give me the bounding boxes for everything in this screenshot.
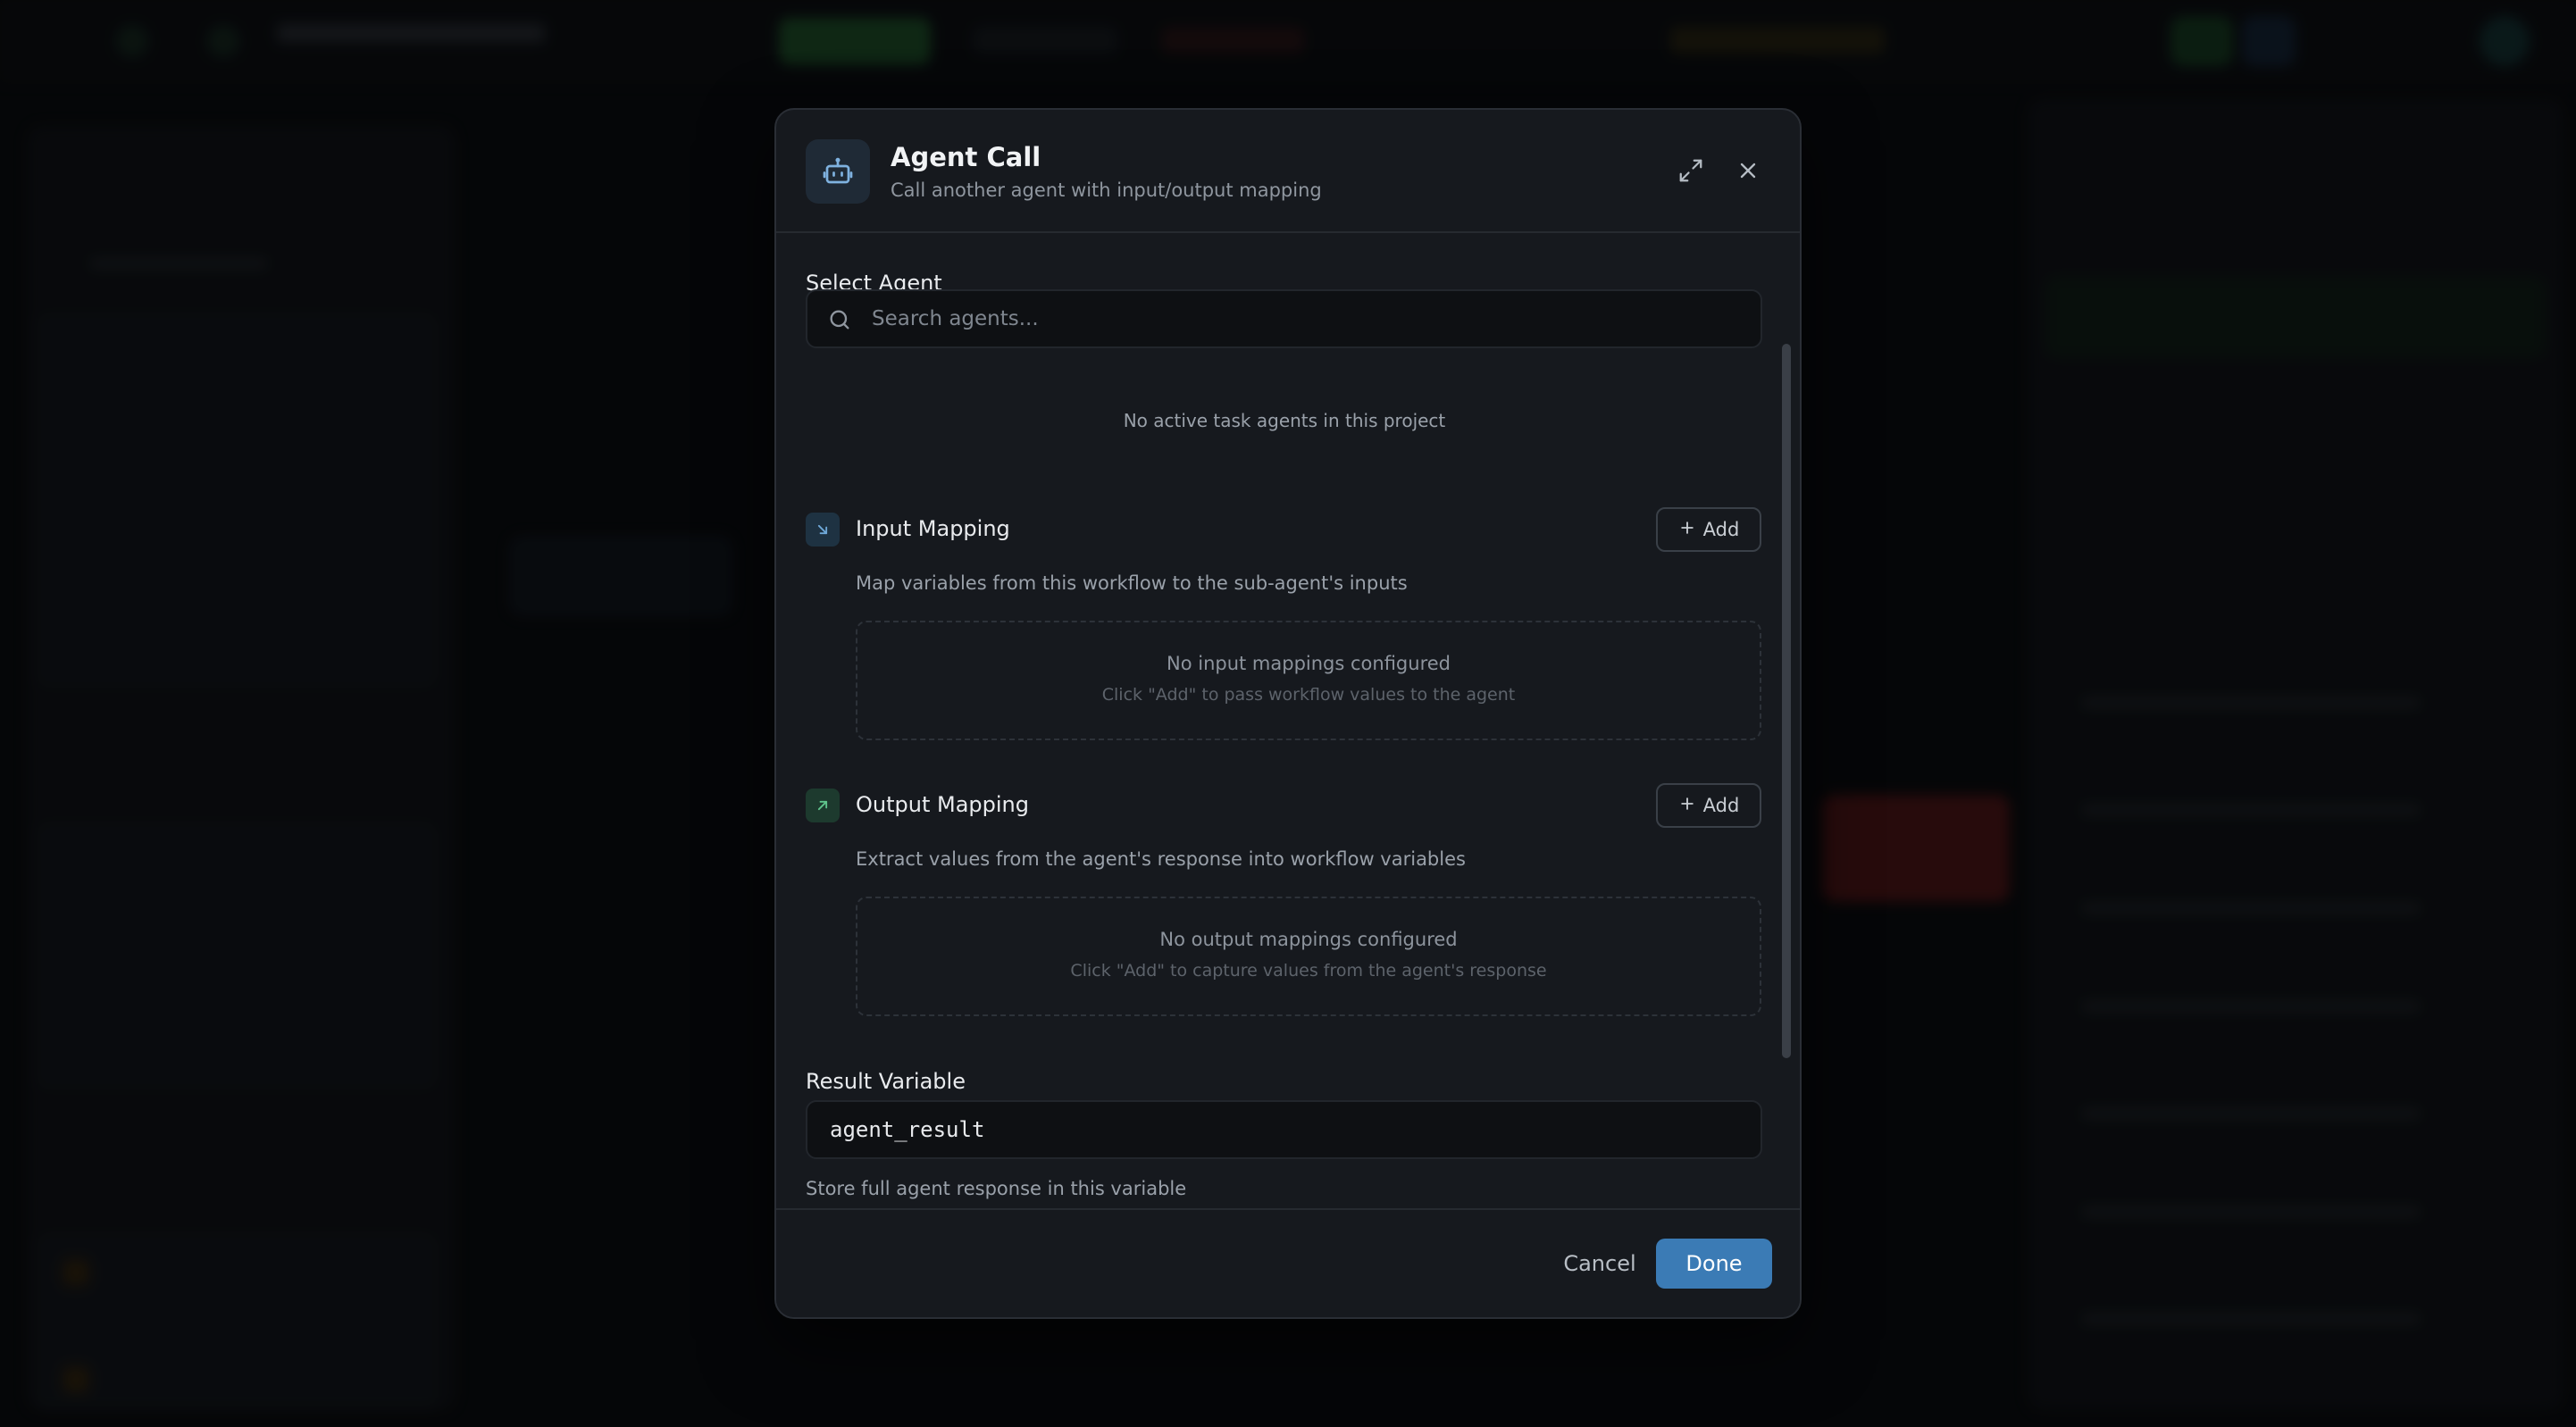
agent-call-dialog: Agent Call Call another agent with input…: [774, 108, 1802, 1319]
dialog-header: Agent Call Call another agent with input…: [776, 110, 1800, 233]
plus-icon: [1678, 795, 1696, 817]
no-agents-message: No active task agents in this project: [1123, 410, 1446, 431]
input-mapping-title: Input Mapping: [856, 516, 1010, 541]
result-variable-label: Result Variable: [806, 1069, 966, 1094]
dialog-footer: Cancel Done: [776, 1208, 1800, 1317]
close-icon[interactable]: [1728, 151, 1768, 190]
output-mapping-description: Extract values from the agent's response…: [856, 848, 1466, 870]
output-mapping-title: Output Mapping: [856, 792, 1029, 817]
output-mappings-empty-state: No output mappings configured Click "Add…: [856, 897, 1761, 1016]
plus-icon: [1678, 519, 1696, 541]
arrow-down-right-icon: [806, 513, 840, 547]
add-input-label: Add: [1702, 519, 1740, 540]
expand-icon[interactable]: [1671, 151, 1710, 190]
add-input-mapping-button[interactable]: Add: [1656, 507, 1761, 552]
agent-search-input[interactable]: [872, 291, 1747, 346]
input-empty-title: No input mappings configured: [1167, 653, 1451, 674]
add-output-label: Add: [1702, 795, 1740, 816]
dialog-subtitle: Call another agent with input/output map…: [891, 179, 1322, 201]
scrollbar-thumb[interactable]: [1782, 344, 1791, 1058]
input-mappings-empty-state: No input mappings configured Click "Add"…: [856, 621, 1761, 740]
agent-search-box[interactable]: [806, 289, 1762, 348]
input-empty-hint: Click "Add" to pass workflow values to t…: [1101, 685, 1516, 705]
result-variable-help: Store full agent response in this variab…: [806, 1178, 1187, 1199]
done-button[interactable]: Done: [1656, 1239, 1772, 1289]
dialog-title: Agent Call: [891, 142, 1041, 172]
arrow-up-right-icon: [806, 789, 840, 822]
cancel-button[interactable]: Cancel: [1537, 1239, 1662, 1289]
output-empty-hint: Click "Add" to capture values from the a…: [1070, 961, 1547, 981]
robot-icon: [806, 139, 870, 204]
output-empty-title: No output mappings configured: [1159, 929, 1458, 950]
add-output-mapping-button[interactable]: Add: [1656, 783, 1761, 828]
input-mapping-description: Map variables from this workflow to the …: [856, 572, 1408, 594]
result-variable-input[interactable]: [806, 1100, 1762, 1159]
search-icon: [827, 307, 852, 336]
